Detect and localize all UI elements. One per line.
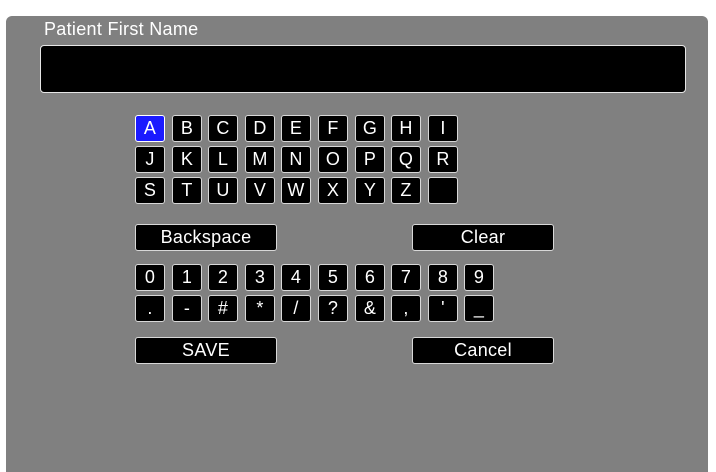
key-p[interactable]: P <box>355 146 385 173</box>
key-a[interactable]: A <box>135 115 165 142</box>
key-r[interactable]: R <box>428 146 458 173</box>
key-question[interactable]: ? <box>318 295 348 322</box>
key-d[interactable]: D <box>245 115 275 142</box>
key-f[interactable]: F <box>318 115 348 142</box>
save-button[interactable]: SAVE <box>135 337 277 364</box>
key-w[interactable]: W <box>281 177 311 204</box>
screen: Patient First Name ABCDEFGHI JKLMNOPQR STU… <box>0 0 716 472</box>
key-blank[interactable] <box>428 177 458 204</box>
key-g[interactable]: G <box>355 115 385 142</box>
key-j[interactable]: J <box>135 146 165 173</box>
key-n[interactable]: N <box>281 146 311 173</box>
key-b[interactable]: B <box>172 115 202 142</box>
key-digit-1[interactable]: 1 <box>172 264 202 291</box>
key-slash[interactable]: / <box>281 295 311 322</box>
key-v[interactable]: V <box>245 177 275 204</box>
key-l[interactable]: L <box>208 146 238 173</box>
key-y[interactable]: Y <box>355 177 385 204</box>
key-u[interactable]: U <box>208 177 238 204</box>
key-z[interactable]: Z <box>391 177 421 204</box>
key-e[interactable]: E <box>281 115 311 142</box>
key-digit-3[interactable]: 3 <box>245 264 275 291</box>
key-m[interactable]: M <box>245 146 275 173</box>
key-digit-5[interactable]: 5 <box>318 264 348 291</box>
key-h[interactable]: H <box>391 115 421 142</box>
key-period[interactable]: . <box>135 295 165 322</box>
key-i[interactable]: I <box>428 115 458 142</box>
key-digit-9[interactable]: 9 <box>464 264 494 291</box>
key-q[interactable]: Q <box>391 146 421 173</box>
key-o[interactable]: O <box>318 146 348 173</box>
key-digit-8[interactable]: 8 <box>428 264 458 291</box>
dialog-title: Patient First Name <box>44 19 199 39</box>
key-apostrophe[interactable]: ' <box>428 295 458 322</box>
key-digit-6[interactable]: 6 <box>355 264 385 291</box>
key-hash[interactable]: # <box>208 295 238 322</box>
cancel-button[interactable]: Cancel <box>412 337 554 364</box>
key-asterisk[interactable]: * <box>245 295 275 322</box>
key-ampersand[interactable]: & <box>355 295 385 322</box>
key-digit-2[interactable]: 2 <box>208 264 238 291</box>
key-x[interactable]: X <box>318 177 348 204</box>
first-name-input[interactable] <box>40 45 686 93</box>
key-comma[interactable]: , <box>391 295 421 322</box>
key-s[interactable]: S <box>135 177 165 204</box>
clear-button[interactable]: Clear <box>412 224 554 251</box>
key-c[interactable]: C <box>208 115 238 142</box>
backspace-button[interactable]: Backspace <box>135 224 277 251</box>
key-digit-7[interactable]: 7 <box>391 264 421 291</box>
key-t[interactable]: T <box>172 177 202 204</box>
key-underscore[interactable]: _ <box>464 295 494 322</box>
key-digit-0[interactable]: 0 <box>135 264 165 291</box>
key-digit-4[interactable]: 4 <box>281 264 311 291</box>
key-dash[interactable]: - <box>172 295 202 322</box>
key-k[interactable]: K <box>172 146 202 173</box>
